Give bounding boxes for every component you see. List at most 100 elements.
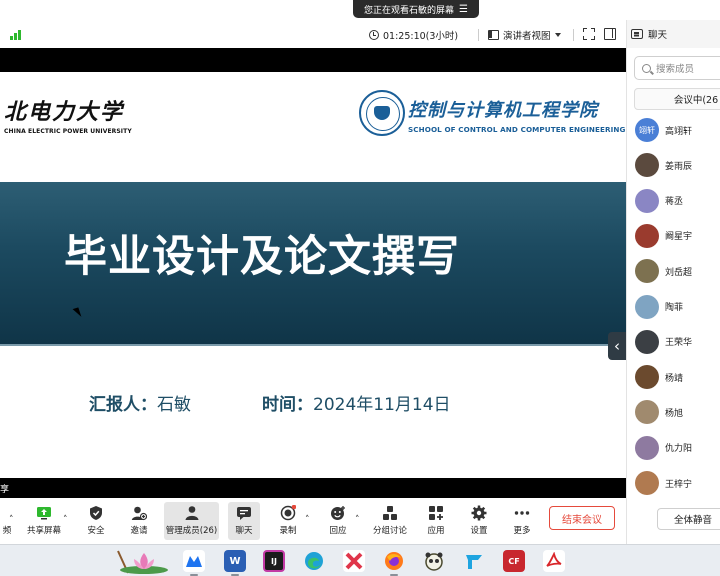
sidebar-toggle-icon[interactable] xyxy=(604,28,616,40)
apps-button[interactable]: 应用 xyxy=(420,502,452,540)
meeting-timer[interactable]: 01:25:10(3小时) xyxy=(369,28,458,42)
end-meeting-label: 结束会议 xyxy=(562,514,602,526)
more-button[interactable]: 更多 xyxy=(506,502,538,540)
taskbar-pdf-icon[interactable] xyxy=(543,550,565,572)
chat-button[interactable]: 聊天 xyxy=(228,502,260,540)
taskbar-intellij-icon[interactable]: IJ xyxy=(263,550,285,572)
cf-letter: CF xyxy=(508,556,520,566)
member-row[interactable]: 王荣华 xyxy=(635,329,692,354)
lotus-wallpaper-icon xyxy=(117,550,168,574)
school-logo: 控制与计算机工程学院 SCHOOL OF CONTROL AND COMPUTE… xyxy=(408,96,626,134)
ncepu-logo-en: CHINA ELECTRIC POWER UNIVERSITY xyxy=(4,128,132,135)
breakout-button[interactable]: 分组讨论 xyxy=(370,502,410,540)
record-icon xyxy=(280,504,297,521)
settings-label: 设置 xyxy=(470,526,488,536)
ncepu-logo: 北电力大学 CHINA ELECTRIC POWER UNIVERSITY xyxy=(4,94,132,135)
menu-icon: ☰ xyxy=(459,3,468,15)
member-name: 陶菲 xyxy=(665,303,684,313)
end-meeting-button[interactable]: 结束会议 xyxy=(549,506,615,530)
panel-header[interactable]: 聊天 xyxy=(627,20,720,48)
clock-icon xyxy=(369,30,379,40)
share-screen-button[interactable]: 共享屏幕 xyxy=(24,502,64,540)
member-name: 杨靖 xyxy=(665,373,684,384)
meeting-window: 您正在观看石敏的屏幕 ☰ 01:25:10(3小时) 演讲者视图 北电力大学 C… xyxy=(0,0,720,576)
date-value: 2024年11月14日 xyxy=(313,395,451,415)
word-letter: W xyxy=(229,555,241,567)
member-name: 姜雨辰 xyxy=(665,161,693,172)
security-button[interactable]: 安全 xyxy=(80,502,112,540)
chevron-up-icon[interactable]: ˄ xyxy=(305,515,310,525)
top-toolbar: 您正在观看石敏的屏幕 ☰ 01:25:10(3小时) 演讲者视图 xyxy=(0,0,626,48)
mute-all-label: 全体静音 xyxy=(673,515,712,526)
settings-button[interactable]: 设置 xyxy=(463,502,495,540)
manage-members-label: 管理成员(26) xyxy=(165,526,218,536)
reporter-name: 石敏 xyxy=(157,395,191,415)
reaction-label: 回应 xyxy=(329,526,347,536)
member-row[interactable]: 仇力阳 xyxy=(635,435,692,460)
speaker-view-icon xyxy=(488,29,499,40)
member-name: 刘岳超 xyxy=(665,267,693,278)
taskbar-word-icon[interactable]: W xyxy=(224,550,246,572)
collapse-panel-button[interactable]: ‹ xyxy=(608,332,626,360)
chat-bubble-icon xyxy=(236,505,252,521)
screen-share-banner[interactable]: 您正在观看石敏的屏幕 ☰ xyxy=(353,0,479,18)
reporter-label: 汇报人： xyxy=(89,395,157,415)
avatar xyxy=(635,223,659,248)
member-row[interactable]: 阚星宇 xyxy=(635,223,693,248)
member-row[interactable]: 陶菲 xyxy=(635,294,684,319)
members-panel: 聊天 搜索成员 会议中(26 翊轩 高翊轩姜雨辰蒋丞阚星宇刘岳超陶菲王荣华杨靖杨旭… xyxy=(626,20,720,544)
breakout-label: 分组讨论 xyxy=(372,526,407,536)
share-caption: 享 xyxy=(0,485,10,495)
view-mode-button[interactable]: 演讲者视图 xyxy=(488,27,561,42)
date-line: 时间：2024年11月14日 xyxy=(262,390,451,415)
invite-button[interactable]: 邀请 xyxy=(123,502,155,540)
share-screen-icon xyxy=(36,505,52,521)
avatar xyxy=(635,294,659,319)
chevron-down-icon xyxy=(554,32,561,37)
member-name: 杨旭 xyxy=(665,408,684,419)
chevron-up-icon[interactable]: ˄ xyxy=(9,515,14,525)
date-label: 时间： xyxy=(262,395,313,415)
avatar xyxy=(635,400,659,425)
taskbar-xmind-icon[interactable] xyxy=(343,550,365,572)
chevron-up-icon[interactable]: ˄ xyxy=(355,515,360,525)
members-icon xyxy=(184,505,200,521)
slide-title: 毕业设计及论文撰写 xyxy=(64,232,460,282)
member-row[interactable]: 杨靖 xyxy=(635,365,684,390)
fullscreen-icon[interactable] xyxy=(583,28,595,40)
add-user-icon xyxy=(131,505,148,521)
avatar xyxy=(635,188,659,213)
network-signal-icon[interactable] xyxy=(10,30,22,40)
member-row[interactable]: 杨旭 xyxy=(635,400,684,425)
divider xyxy=(573,29,574,41)
mute-all-button[interactable]: 全体静音 xyxy=(657,508,720,530)
avatar xyxy=(635,259,659,284)
taskbar-flag-icon[interactable] xyxy=(463,550,485,572)
manage-members-button[interactable]: 管理成员(26) xyxy=(164,502,219,540)
member-name: 蒋丞 xyxy=(665,197,684,208)
member-row[interactable]: 刘岳超 xyxy=(635,259,693,284)
member-row[interactable]: 翊轩 高翊轩 xyxy=(635,118,692,142)
avatar xyxy=(635,435,659,460)
tab-in-meeting[interactable]: 会议中(26 xyxy=(634,88,720,110)
taskbar-tencent-meeting-icon[interactable] xyxy=(183,550,205,572)
presentation-slide: 北电力大学 CHINA ELECTRIC POWER UNIVERSITY 控制… xyxy=(0,72,626,478)
emoji-icon xyxy=(330,505,346,521)
taskbar-edge-icon[interactable] xyxy=(303,550,325,572)
member-search-input[interactable]: 搜索成员 xyxy=(634,56,720,80)
member-row[interactable]: 王梓宁 xyxy=(635,471,692,495)
reaction-button[interactable]: 回应 xyxy=(322,502,354,540)
taskbar-panda-icon[interactable] xyxy=(423,550,445,572)
taskbar-firefox-icon[interactable] xyxy=(383,550,405,572)
record-button[interactable]: 录制 xyxy=(272,502,304,540)
intellij-letter: IJ xyxy=(271,556,277,566)
elapsed-time: 01:25:10(3小时) xyxy=(383,31,459,42)
taskbar-cf-icon[interactable]: CF xyxy=(503,550,525,572)
apps-grid-icon xyxy=(428,505,444,521)
member-row[interactable]: 蒋丞 xyxy=(635,188,684,213)
chevron-up-icon[interactable]: ˄ xyxy=(63,515,68,525)
ncepu-logo-cn: 北电力大学 xyxy=(4,99,125,125)
screen-share-banner-text: 您正在观看石敏的屏幕 xyxy=(364,5,455,16)
member-row[interactable]: 姜雨辰 xyxy=(635,153,693,178)
member-name: 阚星宇 xyxy=(665,232,693,243)
